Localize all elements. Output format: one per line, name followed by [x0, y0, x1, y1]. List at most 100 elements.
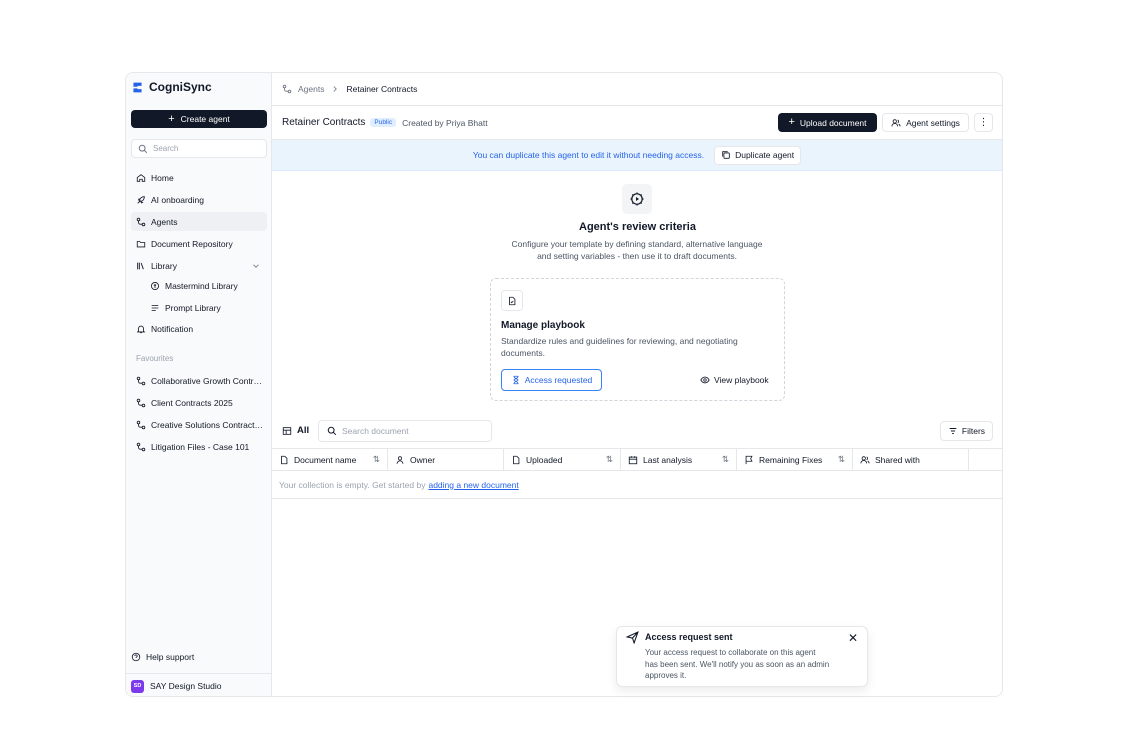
sidebar-item-home[interactable]: Home	[131, 168, 267, 187]
page-title: Retainer Contracts	[282, 117, 366, 128]
column-uploaded[interactable]: Uploaded ⇅	[504, 449, 621, 470]
table-icon	[282, 426, 292, 436]
filters-button[interactable]: Filters	[940, 421, 993, 441]
column-label: Document name	[294, 454, 357, 465]
workspace-avatar: SD	[131, 679, 144, 693]
library-icon	[136, 261, 146, 271]
page-header: Retainer Contracts Public Created by Pri…	[272, 106, 1002, 140]
search-icon	[138, 144, 148, 154]
view-playbook-button[interactable]: View playbook	[700, 369, 769, 391]
column-label: Remaining Fixes	[759, 454, 823, 465]
breadcrumb-current: Retainer Contracts	[346, 84, 418, 94]
agents-icon	[282, 84, 292, 94]
agent-settings-button[interactable]: Agent settings	[882, 113, 969, 132]
sidebar-item-document-repository[interactable]: Document Repository	[131, 234, 267, 253]
sidebar-item-library[interactable]: Library	[131, 256, 267, 275]
review-criteria-description: Configure your template by defining stan…	[487, 238, 787, 263]
chevron-right-icon	[330, 84, 340, 94]
favourite-item[interactable]: Litigation Files - Case 101	[131, 437, 267, 456]
column-shared-with[interactable]: Shared with	[853, 449, 969, 470]
sort-icon[interactable]: ⇅	[838, 454, 845, 465]
user-icon	[395, 455, 405, 465]
access-request-toast: Access request sent Your access request …	[616, 626, 868, 687]
plus-icon: +	[788, 116, 795, 128]
create-agent-label: Create agent	[180, 114, 230, 124]
cognisync-logo-icon	[133, 82, 142, 92]
users-icon	[891, 118, 901, 128]
favourite-item[interactable]: Creative Solutions Contract…	[131, 415, 267, 434]
gear-play-icon	[630, 192, 644, 206]
table-header: Document name ⇅ Owner Uploaded ⇅ Last an…	[272, 448, 1002, 471]
rocket-icon	[136, 195, 146, 205]
column-label: Owner	[410, 454, 436, 465]
close-icon[interactable]: ✕	[848, 631, 858, 645]
agent-settings-label: Agent settings	[906, 117, 960, 128]
sidebar-item-ai-onboarding[interactable]: AI onboarding	[131, 190, 267, 209]
playbook-icon-box	[501, 290, 523, 311]
users-icon	[860, 455, 870, 465]
favourites-heading: Favourites	[136, 354, 174, 363]
created-by-text: Created by Priya Bhatt	[402, 117, 488, 128]
more-options-button[interactable]: ⋮	[974, 113, 993, 132]
bell-icon	[136, 324, 146, 334]
upload-document-label: Upload document	[799, 117, 867, 128]
workspace-name: SAY Design Studio	[150, 681, 222, 691]
sidebar-item-label: Mastermind Library	[165, 280, 238, 291]
send-icon	[626, 631, 639, 644]
filter-all-tab[interactable]: All	[282, 425, 309, 436]
upload-document-button[interactable]: + Upload document	[778, 113, 877, 132]
playbook-title: Manage playbook	[501, 320, 585, 331]
column-owner[interactable]: Owner	[388, 449, 504, 470]
plus-icon: +	[168, 112, 175, 125]
sort-icon[interactable]: ⇅	[373, 454, 380, 465]
copy-icon	[721, 150, 731, 160]
column-last-analysis[interactable]: Last analysis ⇅	[621, 449, 737, 470]
column-label: Last analysis	[643, 454, 693, 465]
toast-message: Your access request to collaborate on th…	[645, 648, 830, 681]
sidebar-item-notification[interactable]: Notification	[131, 319, 267, 338]
help-label: Help support	[146, 652, 195, 662]
brand-logo[interactable]: CogniSync	[131, 80, 212, 94]
search-icon	[327, 426, 337, 436]
sidebar-item-label: Prompt Library	[165, 302, 221, 313]
list-icon	[150, 303, 160, 313]
document-check-icon	[507, 296, 517, 306]
duplicate-agent-label: Duplicate agent	[735, 150, 795, 160]
access-requested-label: Access requested	[524, 375, 593, 385]
sidebar-item-prompt-library[interactable]: Prompt Library	[145, 298, 267, 317]
workspace-switcher[interactable]: SD SAY Design Studio	[126, 673, 272, 696]
column-label: Shared with	[875, 454, 920, 465]
column-label: Uploaded	[526, 454, 563, 465]
favourite-item[interactable]: Client Contracts 2025	[131, 393, 267, 412]
document-search-input[interactable]: Search document	[318, 420, 492, 442]
document-search-placeholder: Search document	[342, 426, 409, 436]
sidebar-item-mastermind-library[interactable]: Mastermind Library	[145, 276, 267, 295]
sort-icon[interactable]: ⇅	[722, 454, 729, 465]
sidebar-search-input[interactable]: Search	[131, 139, 267, 158]
add-document-link[interactable]: adding a new document	[428, 480, 518, 490]
review-criteria-title: Agent's review criteria	[579, 221, 696, 233]
favourite-label: Creative Solutions Contract…	[151, 419, 263, 430]
sidebar-item-agents[interactable]: Agents	[131, 212, 267, 231]
duplicate-agent-button[interactable]: Duplicate agent	[714, 145, 802, 165]
file-icon	[511, 455, 521, 465]
help-support-link[interactable]: Help support	[131, 652, 194, 662]
favourite-item[interactable]: Collaborative Growth Contr…	[131, 371, 267, 390]
access-requested-button[interactable]: Access requested	[501, 369, 602, 391]
agents-icon	[136, 217, 146, 227]
filter-all-label: All	[297, 425, 310, 436]
breadcrumb: Agents Retainer Contracts	[272, 73, 1002, 106]
help-icon	[131, 652, 141, 662]
column-remaining-fixes[interactable]: Remaining Fixes ⇅	[737, 449, 853, 470]
sidebar-item-label: Home	[151, 172, 174, 183]
column-document-name[interactable]: Document name ⇅	[272, 449, 388, 470]
sidebar-item-label: Notification	[151, 323, 194, 334]
create-agent-button[interactable]: + Create agent	[131, 110, 267, 128]
sidebar-item-label: Document Repository	[151, 238, 233, 249]
view-playbook-label: View playbook	[714, 375, 769, 385]
eye-icon	[700, 375, 710, 385]
main-content: Agents Retainer Contracts Retainer Contr…	[272, 73, 1002, 696]
sort-icon[interactable]: ⇅	[606, 454, 613, 465]
breadcrumb-parent[interactable]: Agents	[298, 84, 324, 94]
duplicate-banner: You can duplicate this agent to edit it …	[272, 140, 1002, 171]
